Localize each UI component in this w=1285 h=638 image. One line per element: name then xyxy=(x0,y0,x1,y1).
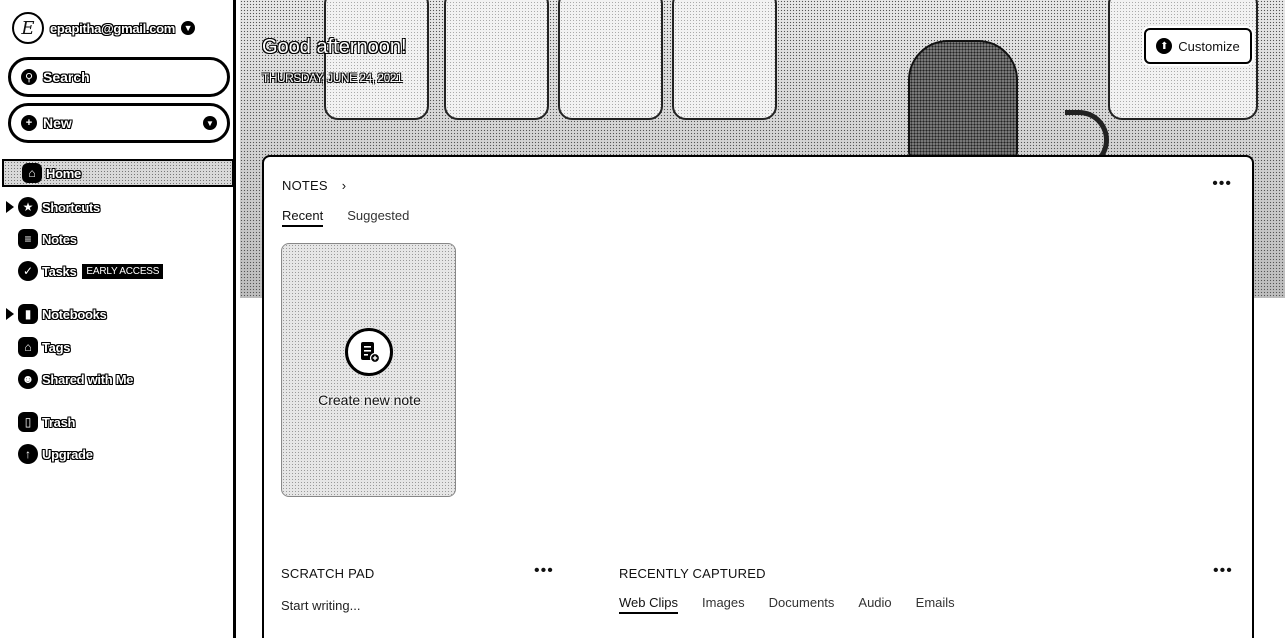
notes-title[interactable]: NOTES › xyxy=(282,178,346,193)
upload-icon: ⬆ xyxy=(1156,38,1173,54)
sidebar: E epapitha@gmail.com ▼ ⚲ Search + New ▼ … xyxy=(0,0,236,638)
sidebar-item-label: Tasks xyxy=(42,263,77,279)
sidebar-item-label: Notes xyxy=(42,231,77,247)
recently-captured-tabs: Web Clips Images Documents Audio Emails xyxy=(619,595,955,614)
check-circle-icon: ✓ xyxy=(18,261,38,281)
sidebar-item-label: Tags xyxy=(42,339,71,355)
tab-emails[interactable]: Emails xyxy=(916,595,955,614)
create-new-note-card[interactable]: Create new note xyxy=(281,243,456,497)
sidebar-item-label: Upgrade xyxy=(42,446,93,462)
trash-icon: ▯ xyxy=(18,412,38,432)
sidebar-item-label: Notebooks xyxy=(42,306,107,322)
customize-button[interactable]: ⬆ Customize xyxy=(1144,28,1252,64)
sidebar-item-home[interactable]: ⌂ Home xyxy=(2,159,234,187)
account-email[interactable]: epapitha@gmail.com xyxy=(50,21,175,36)
tab-images[interactable]: Images xyxy=(702,595,745,614)
notes-tabs: Recent Suggested xyxy=(282,208,409,227)
create-new-note-label: Create new note xyxy=(318,392,421,408)
people-icon: ☻ xyxy=(18,369,38,389)
sidebar-item-upgrade[interactable]: ↑ Upgrade xyxy=(0,440,236,468)
sidebar-item-tasks[interactable]: ✓ Tasks EARLY ACCESS xyxy=(0,257,236,285)
avatar[interactable]: E xyxy=(12,12,44,44)
sidebar-item-trash[interactable]: ▯ Trash xyxy=(0,408,236,436)
sidebar-item-shortcuts[interactable]: ★ Shortcuts xyxy=(0,193,236,221)
early-access-badge: EARLY ACCESS xyxy=(82,263,164,279)
notebook-icon: ▮ xyxy=(18,304,38,324)
sidebar-item-shared-with-me[interactable]: ☻ Shared with Me xyxy=(0,365,236,393)
chevron-down-icon[interactable]: ▼ xyxy=(203,116,217,130)
greeting: Good afternoon! xyxy=(262,36,407,58)
sidebar-item-notebooks[interactable]: ▮ Notebooks xyxy=(0,300,236,328)
tab-recent[interactable]: Recent xyxy=(282,208,324,227)
sidebar-item-label: Shared with Me xyxy=(42,371,134,387)
tab-documents[interactable]: Documents xyxy=(769,595,835,614)
plus-icon: + xyxy=(21,115,37,131)
notes-more-button[interactable]: ••• xyxy=(1212,175,1232,193)
home-icon: ⌂ xyxy=(22,163,42,183)
sidebar-item-label: Trash xyxy=(42,414,76,430)
customize-label: Customize xyxy=(1178,38,1240,54)
recently-captured-title: RECENTLY CAPTURED xyxy=(619,566,766,581)
recently-captured-more-button[interactable]: ••• xyxy=(1213,562,1233,580)
scratch-pad-input[interactable]: Start writing... xyxy=(281,598,360,613)
new-label: New xyxy=(43,115,72,131)
notes-title-label: NOTES xyxy=(282,178,328,193)
new-note-icon xyxy=(345,328,393,376)
account-switcher[interactable]: E epapitha@gmail.com ▼ xyxy=(12,12,196,44)
search-button[interactable]: ⚲ Search xyxy=(8,57,230,97)
search-label: Search xyxy=(43,69,90,85)
upgrade-icon: ↑ xyxy=(18,444,38,464)
hero-decoration xyxy=(444,0,549,120)
scratch-pad-title: SCRATCH PAD xyxy=(281,566,375,581)
hero-decoration xyxy=(672,0,777,120)
hero-decoration xyxy=(558,0,663,120)
new-button[interactable]: + New ▼ xyxy=(8,103,230,143)
star-icon: ★ xyxy=(18,197,38,217)
chevron-down-icon[interactable]: ▼ xyxy=(181,21,196,35)
note-icon: ≡ xyxy=(18,229,38,249)
tab-audio[interactable]: Audio xyxy=(858,595,891,614)
tab-web-clips[interactable]: Web Clips xyxy=(619,595,679,614)
sidebar-item-tags[interactable]: ⌂ Tags xyxy=(0,333,236,361)
tab-suggested[interactable]: Suggested xyxy=(347,208,409,227)
sidebar-item-label: Shortcuts xyxy=(42,199,100,215)
hero-decoration xyxy=(908,40,1018,160)
scratch-pad-more-button[interactable]: ••• xyxy=(534,562,554,580)
tag-icon: ⌂ xyxy=(18,337,38,357)
search-icon: ⚲ xyxy=(21,69,37,85)
sidebar-item-label: Home xyxy=(46,165,81,181)
sidebar-item-notes[interactable]: ≡ Notes xyxy=(0,225,236,253)
date-label: THURSDAY, JUNE 24, 2021 xyxy=(262,71,403,85)
chevron-right-icon[interactable]: › xyxy=(342,178,347,193)
hero-decoration xyxy=(324,0,429,120)
